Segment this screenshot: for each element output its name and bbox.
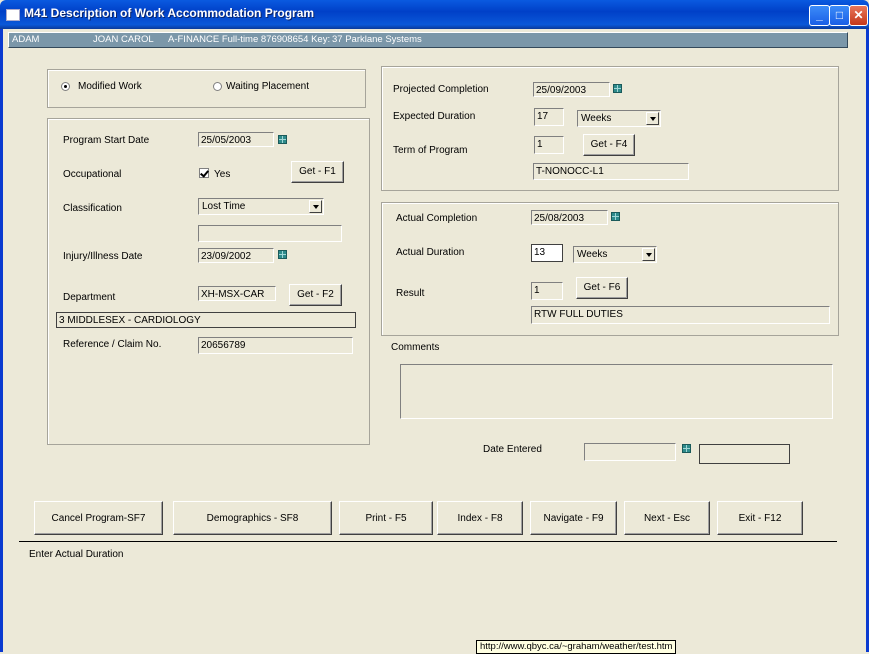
result-text-field: RTW FULL DUTIES	[531, 306, 830, 324]
calendar-icon[interactable]	[278, 135, 287, 144]
injury-date-label: Injury/Illness Date	[63, 251, 143, 262]
print-button-label: Print - F5	[365, 513, 407, 524]
waiting-placement-label: Waiting Placement	[226, 81, 309, 92]
date-entered-extra-field	[699, 444, 790, 464]
navigate-button-label: Navigate - F9	[543, 513, 604, 524]
classification-value: Lost Time	[202, 201, 246, 212]
title-bar[interactable]: M41 Description of Work Accommodation Pr…	[0, 0, 869, 29]
actual-duration-field[interactable]: 13	[531, 244, 563, 262]
maximize-button[interactable]: □	[829, 5, 850, 26]
classification-label: Classification	[63, 203, 122, 214]
result-label: Result	[396, 288, 425, 299]
department-name-field: 3 MIDDLESEX - CARDIOLOGY	[56, 312, 356, 328]
exit-button-label: Exit - F12	[738, 513, 782, 524]
expected-duration-field[interactable]: 17	[534, 108, 564, 126]
actual-duration-unit-value: Weeks	[577, 249, 608, 260]
get-f6-button[interactable]: Get - F6	[576, 277, 628, 299]
index-button[interactable]: Index - F8	[437, 501, 523, 535]
actual-duration-unit-select[interactable]: Weeks	[573, 246, 657, 263]
employee-last-name: ADAM	[12, 34, 40, 45]
term-of-program-field[interactable]: 1	[534, 136, 564, 154]
modified-work-radio[interactable]	[61, 82, 70, 91]
expected-duration-label: Expected Duration	[393, 111, 476, 122]
program-start-date-field[interactable]: 25/05/2003	[198, 132, 274, 147]
actual-completion-label: Actual Completion	[396, 213, 478, 224]
expected-duration-unit-value: Weeks	[581, 113, 612, 124]
employee-details: A-FINANCE Full-time 876908654 Key:	[168, 34, 331, 45]
employee-info-bar: ADAM JOAN CAROL A-FINANCE Full-time 8769…	[8, 32, 848, 48]
get-f2-button[interactable]: Get - F2	[289, 284, 342, 306]
term-code-field: T-NONOCC-L1	[533, 163, 689, 180]
actual-completion-field[interactable]: 25/08/2003	[531, 210, 608, 225]
projected-completion-field[interactable]: 25/09/2003	[533, 82, 610, 97]
chevron-down-icon[interactable]	[642, 248, 655, 261]
get-f4-button[interactable]: Get - F4	[583, 134, 635, 156]
classification-select[interactable]: Lost Time	[198, 198, 324, 215]
waiting-placement-radio[interactable]	[213, 82, 222, 91]
index-button-label: Index - F8	[457, 513, 503, 524]
app-icon	[6, 9, 20, 21]
close-button[interactable]: ✕	[849, 5, 868, 26]
calendar-icon[interactable]	[682, 444, 691, 453]
navigate-button[interactable]: Navigate - F9	[530, 501, 617, 535]
maximize-icon: □	[835, 8, 844, 22]
occupational-label: Occupational	[63, 169, 122, 180]
mode-panel: Modified Work Waiting Placement	[47, 69, 366, 108]
print-button[interactable]: Print - F5	[339, 501, 433, 535]
chevron-down-icon[interactable]	[309, 200, 322, 213]
program-start-date-label: Program Start Date	[63, 135, 150, 146]
employee-company: 37 Parklane Systems	[332, 34, 422, 45]
close-icon: ✕	[853, 8, 864, 22]
next-button-label: Next - Esc	[643, 513, 691, 524]
projected-completion-label: Projected Completion	[393, 84, 489, 95]
cancel-program-button-label: Cancel Program-SF7	[51, 513, 146, 524]
term-of-program-label: Term of Program	[393, 145, 468, 156]
status-separator	[19, 541, 837, 542]
modified-work-label: Modified Work	[78, 81, 142, 92]
minimize-icon: _	[816, 8, 823, 22]
date-entered-field[interactable]	[584, 443, 676, 461]
claim-no-field[interactable]: 20656789	[198, 337, 353, 354]
exit-button[interactable]: Exit - F12	[717, 501, 803, 535]
comments-label: Comments	[391, 342, 440, 353]
department-code-field[interactable]: XH-MSX-CAR	[198, 286, 276, 301]
department-label: Department	[63, 292, 116, 303]
expected-duration-unit-select[interactable]: Weeks	[577, 110, 661, 127]
employee-first-names: JOAN CAROL	[93, 34, 154, 45]
injury-date-field[interactable]: 23/09/2002	[198, 248, 274, 263]
window-frame-left	[0, 29, 3, 652]
demographics-button[interactable]: Demographics - SF8	[173, 501, 332, 535]
cancel-program-button[interactable]: Cancel Program-SF7	[34, 501, 163, 535]
actual-duration-label: Actual Duration	[396, 247, 465, 258]
chevron-down-icon[interactable]	[646, 112, 659, 125]
calendar-icon[interactable]	[613, 84, 622, 93]
get-f1-button[interactable]: Get - F1	[291, 161, 344, 183]
demographics-button-label: Demographics - SF8	[206, 513, 299, 524]
date-entered-label: Date Entered	[483, 444, 542, 455]
classification-extra-field[interactable]	[198, 225, 342, 242]
comments-textarea[interactable]	[400, 364, 833, 419]
occupational-checkbox[interactable]	[199, 168, 209, 178]
occupational-yes-label: Yes	[214, 169, 231, 180]
window-title: M41 Description of Work Accommodation Pr…	[24, 6, 315, 20]
minimize-button[interactable]: _	[809, 5, 830, 26]
calendar-icon[interactable]	[278, 250, 287, 259]
result-field[interactable]: 1	[531, 282, 563, 300]
claim-no-label: Reference / Claim No.	[63, 339, 162, 350]
status-text: Enter Actual Duration	[29, 549, 124, 560]
calendar-icon[interactable]	[611, 212, 620, 221]
next-button[interactable]: Next - Esc	[624, 501, 710, 535]
